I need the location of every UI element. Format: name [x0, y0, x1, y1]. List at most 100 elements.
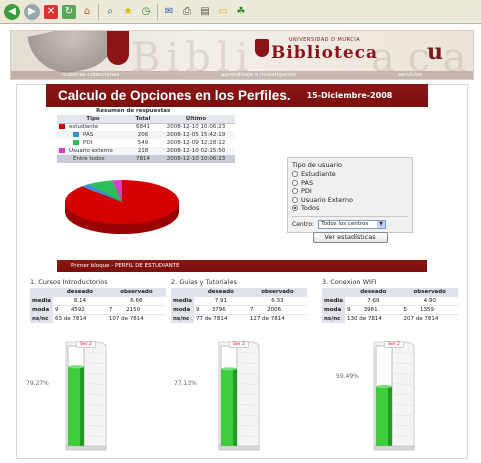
- folder-icon[interactable]: ▭: [216, 5, 230, 19]
- table-row: PDI 549 2008-12-09 12:28:12: [57, 139, 235, 147]
- forward-icon[interactable]: ▶: [24, 3, 40, 20]
- stats-cell: 8.14: [53, 295, 107, 305]
- row-label: moda: [322, 304, 345, 314]
- gauge-fill-top: [376, 384, 392, 389]
- stats-cell: 4592: [68, 304, 107, 314]
- page-title-bar: Calculo de Opciones en los Perfiles. 15-…: [46, 84, 428, 107]
- stats-header-deseado: deseado: [53, 288, 107, 296]
- ver-estadisticas-button[interactable]: Ver estadísticas: [312, 231, 388, 243]
- radio-label: Estudiante: [301, 170, 336, 179]
- row-total: 7814: [129, 155, 157, 163]
- mail-icon[interactable]: ✉: [162, 5, 176, 19]
- stats-row-moda: moda 9 3796 7 2006: [171, 304, 307, 314]
- table-row: PAS 206 2008-12-05 15:42:19: [57, 131, 235, 139]
- stats-cell: 107 de 7814: [106, 313, 166, 323]
- panel-title: Tipo de usuario: [292, 161, 343, 169]
- radio-pdi[interactable]: PDI: [292, 187, 408, 196]
- row-total: 206: [129, 131, 157, 139]
- stats-cell: 63 de 7814: [53, 313, 107, 323]
- col-header-ultimo: Último: [157, 115, 235, 124]
- stats-cell: 127 de 7814: [247, 313, 307, 323]
- stats-header-row: deseado observado: [171, 288, 307, 296]
- stats-header-deseado: deseado: [194, 288, 248, 296]
- row-total: 549: [137, 140, 149, 146]
- radio-usuario-externo[interactable]: Usuario Externo: [292, 196, 408, 205]
- library-name: Biblioteca: [271, 43, 379, 63]
- stats-cell: 7: [106, 304, 125, 314]
- table-row: estudiante 6841 2008-12-10 10:06:23: [57, 123, 235, 131]
- nav-link-colecciones[interactable]: nuestras colecciones: [62, 72, 120, 78]
- gauge-fill-side: [80, 366, 84, 446]
- stats-row-ns: ns/nc 77 de 7814 127 de 7814: [171, 313, 307, 323]
- print-icon[interactable]: ⎙: [180, 5, 194, 19]
- stats-cell: 77 de 7814: [194, 313, 248, 323]
- stats-cell: 7: [247, 304, 266, 314]
- radio-pas[interactable]: PAS: [292, 179, 408, 188]
- radio-button-selected[interactable]: [292, 205, 298, 212]
- refresh-icon[interactable]: ↻: [62, 4, 76, 19]
- section-title: 2. Guias y Tutoriales: [171, 278, 237, 286]
- pie-chart: [65, 180, 179, 234]
- home-icon[interactable]: ⌂: [80, 5, 94, 19]
- radio-estudiante[interactable]: Estudiante: [292, 170, 408, 179]
- centro-select[interactable]: Todos los centros ▼: [318, 219, 387, 229]
- row-ultimo: 2008-12-09 12:28:12: [166, 140, 226, 146]
- row-ultimo: 2008-12-10 10:06:23: [166, 124, 226, 131]
- toolbar-separator: [98, 3, 99, 20]
- radio-todos[interactable]: Todos: [292, 204, 408, 213]
- centro-row: Centro: Todos los centros ▼: [292, 219, 408, 229]
- row-label: media: [322, 295, 345, 305]
- row-ultimo: 2008-12-10 02:15:50: [157, 147, 235, 155]
- table-total-row: Entre todos 7814 2008-12-10 10:06:23: [57, 155, 235, 163]
- nav-link-servicios[interactable]: servicios: [398, 72, 422, 78]
- radio-button[interactable]: [292, 188, 298, 195]
- history-icon[interactable]: ◷: [139, 5, 153, 19]
- stats-row-media: media 7.91 6.33: [171, 295, 307, 305]
- gauge-base: [65, 445, 107, 451]
- centro-label: Centro:: [292, 220, 315, 228]
- library-logo[interactable]: UNIVERSIDAD D MURCIA Biblioteca: [271, 37, 378, 63]
- radio-button[interactable]: [292, 179, 298, 186]
- gauge-legend: Ser 2: [384, 341, 404, 348]
- gauge-fill: [376, 386, 388, 446]
- radio-button[interactable]: [292, 171, 298, 178]
- gauge-fill: [221, 368, 233, 446]
- gauge-chart: [218, 341, 260, 451]
- back-icon[interactable]: ◀: [4, 3, 20, 20]
- legend-swatch: [59, 148, 65, 153]
- gauge-fill-side: [388, 386, 392, 446]
- stats-header-row: deseado observado: [30, 288, 166, 296]
- row-label: media: [30, 295, 53, 305]
- radio-button[interactable]: [292, 196, 298, 203]
- edit-icon[interactable]: ▤: [198, 5, 212, 19]
- row-tipo: PDI: [57, 139, 129, 147]
- stats-row-moda: moda 9 4592 7 2150: [30, 304, 166, 314]
- stats-cell: 3961: [361, 304, 402, 314]
- stats-cell: 4.90: [401, 295, 458, 305]
- stats-row-media: media 8.14 6.66: [30, 295, 166, 305]
- section-title: 1. Cursos Introductorios: [30, 278, 108, 286]
- section-bar: Primer bloque - PERFIL DE ESTUDIANTE: [57, 260, 427, 272]
- section-title: 3. Conexion WIFI: [322, 278, 377, 286]
- panel-divider: [292, 215, 408, 217]
- search-icon[interactable]: ⌕: [103, 5, 117, 19]
- messenger-icon[interactable]: ☘: [234, 5, 248, 19]
- nav-link-aprendizaje[interactable]: aprendizaje e investigación: [221, 72, 296, 78]
- stats-table: deseado observado media 7.91 6.33 moda 9 3796…: [171, 288, 307, 323]
- row-tipo: Usuario externo: [57, 147, 129, 155]
- gauge-chart: [373, 341, 415, 451]
- gauge-fill-side: [233, 368, 237, 446]
- stats-row-media: media 7.69 4.90: [322, 295, 458, 305]
- stats-header-deseado: deseado: [345, 288, 402, 296]
- section-wifi: 3. Conexion WIFI deseado observado media 7…: [322, 278, 462, 323]
- row-label: moda: [171, 304, 194, 314]
- row-tipo-label: estudiante: [69, 124, 99, 131]
- row-label: ns/nc: [30, 313, 53, 323]
- stop-icon[interactable]: ✕: [44, 4, 58, 19]
- favorites-icon[interactable]: ★: [121, 5, 135, 19]
- page-title: Calculo de Opciones en los Perfiles.: [58, 88, 291, 103]
- row-label: ns/nc: [171, 313, 194, 323]
- gauge-fill-top: [68, 365, 84, 369]
- chevron-down-icon[interactable]: ▼: [377, 220, 386, 228]
- banner-nav: nuestras colecciones aprendizaje e inves…: [11, 71, 473, 79]
